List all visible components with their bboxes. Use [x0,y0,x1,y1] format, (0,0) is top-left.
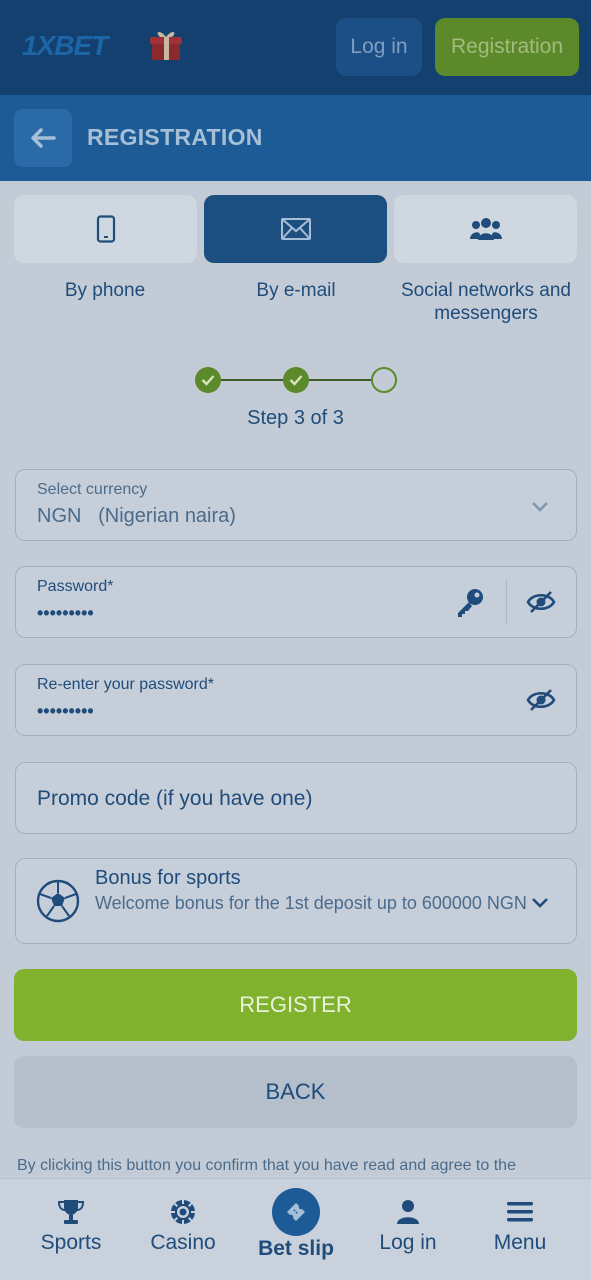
password-label: Password* [37,578,114,595]
terms-disclaimer: By clicking this button you confirm that… [17,1157,516,1174]
back-arrow-button[interactable] [14,109,72,167]
promo-code-input[interactable]: Promo code (if you have one) [15,762,577,834]
phone-icon [96,215,115,243]
nav-label-casino: Casino [150,1231,216,1254]
bonus-select[interactable]: Bonus for sports Welcome bonus for the 1… [15,858,577,944]
bonus-description: Welcome bonus for the 1st deposit up to … [95,893,527,913]
repassword-label: Re-enter your password* [37,676,214,693]
nav-sports[interactable]: Sports [12,1179,130,1280]
check-icon [289,375,303,386]
tab-label-email[interactable]: By e-mail [201,279,391,302]
tab-social-networks[interactable] [394,195,577,263]
page-title: REGISTRATION [87,124,263,150]
arrow-left-icon [31,128,56,148]
nav-casino[interactable]: Casino [124,1179,242,1280]
chevron-down-icon [528,494,552,518]
eye-slash-icon[interactable] [524,684,558,716]
step-text: Step 3 of 3 [247,407,344,429]
promo-placeholder: Promo code (if you have one) [37,787,313,810]
repassword-field[interactable]: Re-enter your password* ••••••••• [15,664,577,736]
bet-slip-button[interactable] [272,1188,320,1236]
tab-by-phone[interactable] [14,195,197,263]
envelope-icon [280,218,311,240]
brand-logo[interactable]: 1XBET [22,30,182,62]
nav-menu[interactable]: Menu [461,1179,579,1280]
people-icon [469,218,502,240]
check-icon [201,375,215,386]
step-3-current [371,367,397,393]
hamburger-icon [461,1197,579,1227]
casino-chip-icon [124,1197,242,1227]
register-button[interactable]: REGISTER [14,969,577,1041]
tab-label-phone[interactable]: By phone [10,279,200,302]
currency-label: Select currency [37,481,148,498]
login-button[interactable]: Log in [336,18,422,76]
eye-slash-icon[interactable] [524,586,558,618]
key-icon[interactable] [452,584,488,620]
field-divider [506,579,507,625]
gift-icon[interactable] [148,28,184,62]
nav-label-betslip: Bet slip [258,1237,334,1260]
tab-label-social[interactable]: Social networks and messengers [391,279,581,325]
nav-label-sports: Sports [40,1231,102,1254]
repassword-value: ••••••••• [37,701,94,721]
registration-header: REGISTRATION [0,95,591,181]
nav-login[interactable]: Log in [349,1179,467,1280]
password-field[interactable]: Password* ••••••••• [15,566,577,638]
soccer-ball-icon [35,878,81,924]
currency-value: NGN (Nigerian naira) [37,505,236,527]
logo-text: 1XBET [22,30,108,61]
nav-label-login: Log in [379,1231,437,1254]
step-2-done [283,367,309,393]
top-bar: 1XBET Log in Registration [0,0,591,95]
step-connector [307,379,373,381]
chevron-down-icon [528,890,552,914]
back-button[interactable]: BACK [14,1056,577,1128]
bonus-title: Bonus for sports [95,867,241,889]
password-value: ••••••••• [37,603,94,623]
user-icon [349,1197,467,1227]
step-connector [219,379,285,381]
currency-select[interactable]: Select currency NGN (Nigerian naira) [15,469,577,541]
tab-by-email[interactable] [204,195,387,263]
nav-label-menu: Menu [493,1231,547,1254]
trophy-icon [12,1197,130,1227]
ticket-icon [287,1203,305,1221]
step-1-done [195,367,221,393]
registration-button[interactable]: Registration [435,18,579,76]
step-indicator [195,367,397,393]
